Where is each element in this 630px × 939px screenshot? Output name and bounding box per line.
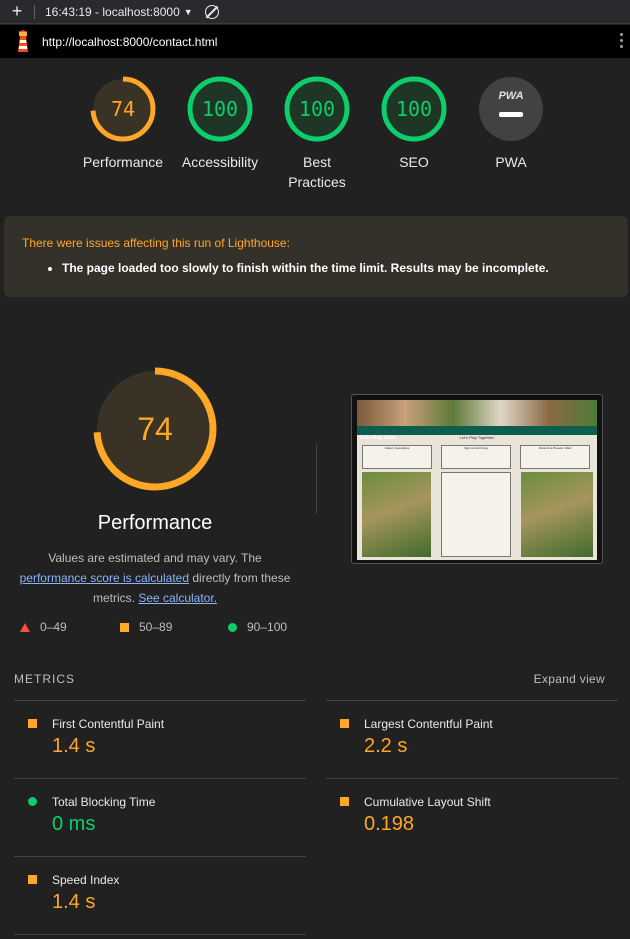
square-icon (120, 622, 129, 632)
desc-text-1: Values are estimated and may vary. The (48, 551, 262, 565)
screenshot-column: Distinctive Breeder Walk (520, 445, 590, 469)
screenshot-column-title: Distinctive Breeder Walk (538, 446, 572, 450)
clear-icon[interactable] (204, 4, 219, 19)
metric-value: 1.4 s (52, 735, 96, 757)
gauge-label: SEO (399, 154, 429, 170)
performance-title: Performance (97, 512, 213, 534)
metric-name: Largest Contentful Paint (364, 717, 493, 731)
desc-text-2: directly from these (192, 571, 291, 585)
desc-text-3: metrics. (92, 591, 135, 605)
screenshot-column: Gallery Specialties (362, 445, 432, 469)
pwa-badge-text: PWA (498, 90, 524, 102)
screenshot-dog-photo-left (362, 472, 431, 557)
square-icon (28, 719, 37, 728)
report-url: http://localhost:8000/contact.html (42, 34, 218, 49)
performance-gauge-large: 74 (90, 364, 220, 494)
gauge-label: Accessibility (181, 154, 259, 170)
report-url-bar: http://localhost:8000/contact.html (0, 25, 630, 58)
screenshot-nav: Cute Dog Luna (357, 426, 597, 441)
metric-name: Total Blocking Time (52, 795, 156, 809)
legend-fail-label: 0–49 (40, 620, 67, 634)
gauge-label-line-2: Practices (288, 174, 346, 190)
gauge-score: 100 (201, 97, 239, 121)
expand-view-toggle[interactable]: Expand view (534, 672, 605, 686)
metric-tbt: Total Blocking Time 0 ms (14, 778, 306, 856)
warning-title: There were issues affecting this run of … (22, 236, 290, 250)
gauge-label: Performance (82, 154, 164, 170)
metric-fcp: First Contentful Paint 1.4 s (14, 700, 306, 778)
screenshot-column-title: Gallery Specialties (384, 446, 410, 450)
gauge-pwa[interactable]: PWA PWA (461, 76, 561, 172)
score-calculated-link[interactable]: performance score is calculated (20, 571, 189, 585)
gauge-accessibility[interactable]: 100 Accessibility (170, 76, 270, 172)
runtime-warning: There were issues affecting this run of … (4, 216, 628, 297)
screenshot-dog-photo-right (521, 472, 593, 557)
gauge-label: Best Practices (267, 152, 367, 192)
performance-score: 74 (137, 411, 173, 447)
report-selector[interactable]: 16:43:19 - localhost:8000 (45, 5, 180, 19)
metric-value: 0.198 (364, 813, 415, 835)
legend-fail: 0–49 (20, 620, 67, 634)
lighthouse-logo-icon (12, 29, 34, 54)
screenshot-form (441, 472, 511, 557)
new-tab-icon[interactable]: + (0, 1, 34, 22)
metric-lcp: Largest Contentful Paint 2.2 s (326, 700, 618, 778)
score-gauges: 74 Performance 100 Accessibility 100 Bes… (0, 76, 630, 216)
legend-pass-label: 90–100 (247, 620, 288, 634)
circle-icon (28, 797, 37, 806)
metric-speed-index: Speed Index 1.4 s (14, 856, 306, 934)
square-icon (28, 875, 37, 884)
metrics-heading: METRICS (14, 672, 75, 686)
metric-name: First Contentful Paint (52, 717, 165, 731)
screenshot-site-title: Cute Dog Luna (360, 435, 396, 441)
performance-description: Values are estimated and may vary. The p… (10, 548, 300, 608)
screenshot-column: Night and All Dogs (441, 445, 511, 469)
chevron-down-icon[interactable]: ▼ (184, 7, 193, 17)
see-calculator-link[interactable]: See calculator. (138, 591, 217, 605)
pwa-icon (479, 77, 543, 141)
screenshot-column-title: Night and All Dogs (463, 446, 489, 450)
square-icon (340, 719, 349, 728)
screenshot-page: Cute Dog Luna Let's Play Together! Galle… (357, 400, 597, 560)
vertical-divider (316, 444, 317, 514)
more-options-icon[interactable] (620, 33, 624, 48)
devtools-toolbar: + 16:43:19 - localhost:8000 ▼ (0, 0, 630, 24)
metrics-bottom-divider (14, 934, 306, 935)
metric-cls: Cumulative Layout Shift 0.198 (326, 778, 618, 856)
metric-value: 1.4 s (52, 891, 96, 913)
lighthouse-report: 74 Performance 100 Accessibility 100 Bes… (0, 58, 630, 939)
gauge-seo[interactable]: 100 SEO (364, 76, 464, 172)
legend-average-label: 50–89 (139, 620, 173, 634)
gauge-label: PWA (495, 154, 527, 170)
metric-name: Speed Index (52, 873, 120, 887)
gauge-best-practices[interactable]: 100 Best Practices (267, 76, 367, 192)
screenshot-banner (357, 400, 597, 426)
circle-icon (228, 622, 237, 632)
legend-pass: 90–100 (228, 620, 287, 634)
gauge-score: 74 (110, 97, 136, 121)
gauge-label-line-1: Best (302, 154, 331, 170)
gauge-performance[interactable]: 74 Performance (73, 76, 173, 172)
toolbar-divider (34, 4, 35, 19)
gauge-score: 100 (298, 97, 336, 121)
gauge-score: 100 (395, 97, 433, 121)
final-screenshot[interactable]: Cute Dog Luna Let's Play Together! Galle… (351, 394, 603, 564)
metric-value: 0 ms (52, 813, 96, 835)
metric-value: 2.2 s (364, 735, 408, 757)
legend-average: 50–89 (120, 620, 172, 634)
triangle-icon (20, 622, 30, 632)
square-icon (340, 797, 349, 806)
metric-name: Cumulative Layout Shift (364, 795, 491, 809)
warning-item: The page loaded too slowly to finish wit… (62, 261, 610, 275)
